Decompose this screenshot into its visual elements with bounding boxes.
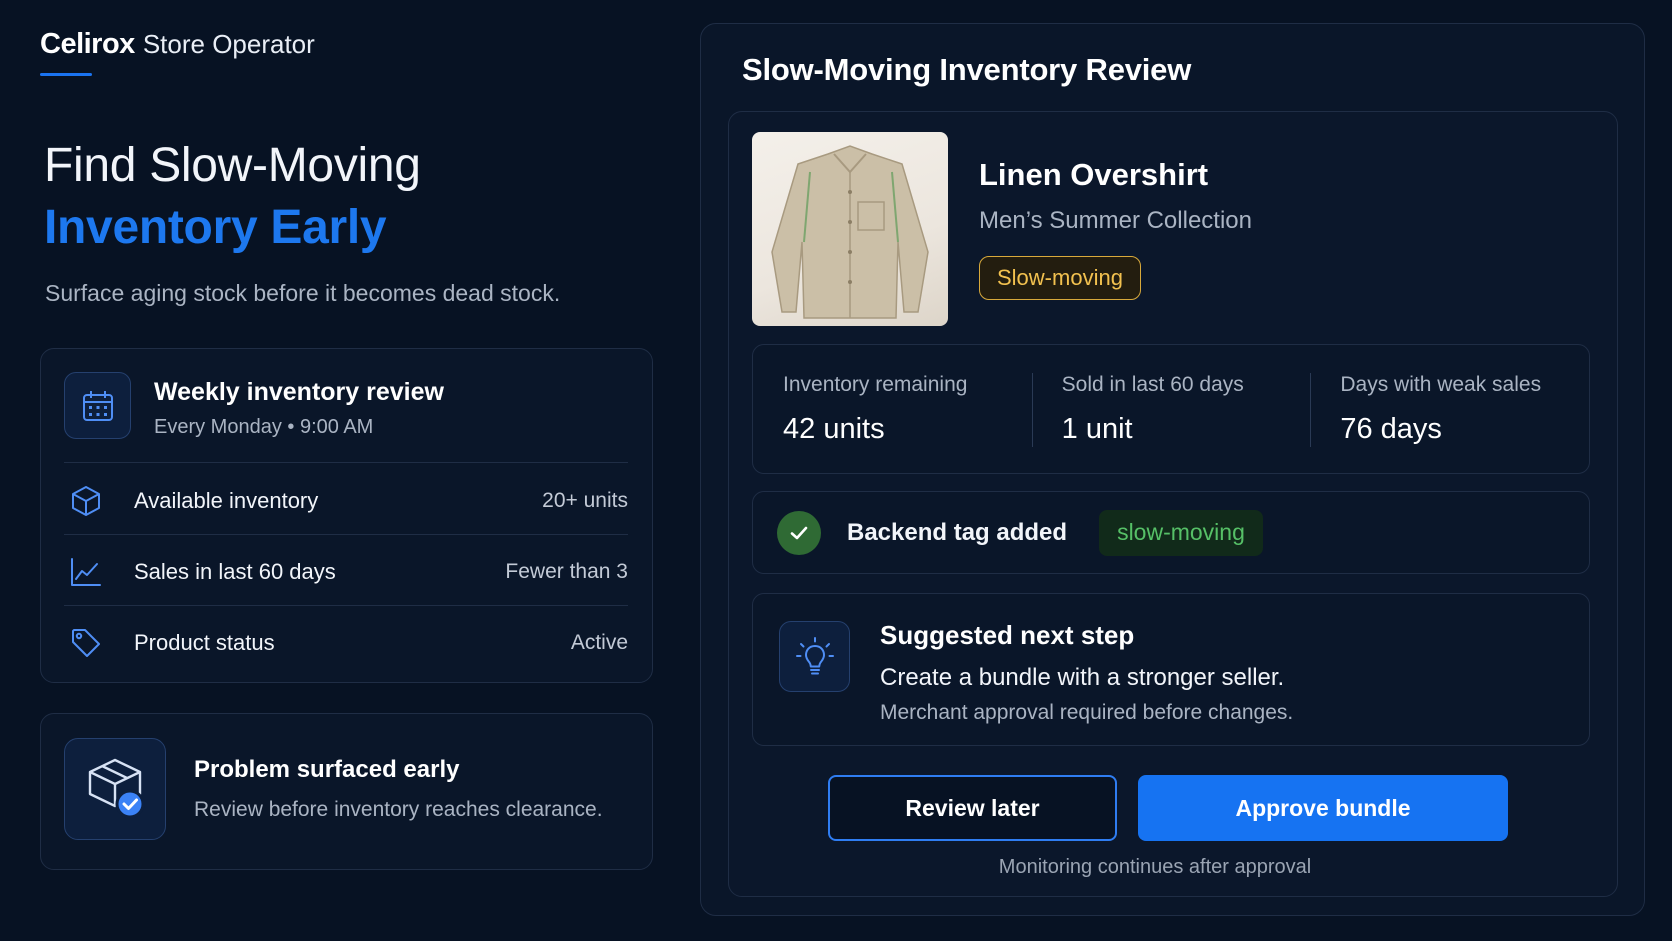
brand-name: Celirox	[40, 28, 135, 60]
package-check-icon	[64, 738, 166, 840]
calendar-icon	[64, 372, 131, 439]
tag-icon	[64, 621, 108, 665]
metric-value: 1 unit	[1061, 413, 1133, 445]
lightbulb-icon	[779, 621, 850, 692]
metric-label: Inventory remaining	[783, 373, 968, 396]
monitoring-note: Monitoring continues after approval	[998, 856, 1312, 878]
rule-value: Fewer than 3	[505, 560, 628, 583]
backend-tag-label: Backend tag added	[847, 518, 1068, 546]
panel-title: Slow-Moving Inventory Review	[742, 52, 1192, 87]
problem-title: Problem surfaced early	[194, 756, 460, 783]
product-image	[752, 132, 948, 326]
problem-description: Review before inventory reaches clearanc…	[194, 798, 603, 821]
metrics-row: Inventory remaining 42 units Sold in las…	[752, 344, 1590, 474]
metric-value: 42 units	[783, 413, 885, 445]
divider	[64, 462, 628, 463]
check-icon	[777, 510, 821, 555]
rule-row-sales: Sales in last 60 days Fewer than 3	[64, 537, 628, 607]
review-later-button[interactable]: Review later	[828, 775, 1117, 841]
metric-sold-last-60-days: Sold in last 60 days 1 unit	[1031, 345, 1311, 473]
status-badge: Slow-moving	[979, 256, 1141, 300]
chart-line-icon	[64, 550, 108, 594]
metric-label: Days with weak sales	[1340, 373, 1542, 396]
backend-tag-row: Backend tag added slow-moving	[752, 491, 1590, 574]
hero-description: Surface aging stock before it becomes de…	[45, 280, 561, 306]
hero-title-line1: Find Slow-Moving	[44, 139, 421, 192]
metric-label: Sold in last 60 days	[1061, 373, 1244, 396]
brand-underline	[40, 73, 92, 76]
rule-value: Active	[570, 631, 628, 654]
brand-product: Store Operator	[142, 29, 315, 59]
rule-label: Sales in last 60 days	[134, 559, 336, 584]
review-rules-title: Weekly inventory review	[154, 378, 444, 406]
rule-row-available-inventory: Available inventory 20+ units	[64, 466, 628, 536]
next-step-note: Merchant approval required before change…	[880, 701, 1294, 724]
rule-label: Available inventory	[134, 488, 319, 513]
backend-tag-chip: slow-moving	[1099, 509, 1263, 556]
box-icon	[64, 479, 108, 523]
rule-label: Product status	[134, 630, 275, 655]
divider	[64, 605, 628, 606]
brand: Celirox Store Operator	[40, 28, 315, 61]
rule-value: 20+ units	[542, 489, 628, 512]
next-step-action: Create a bundle with a stronger seller.	[880, 664, 1285, 691]
metric-value: 76 days	[1340, 413, 1442, 445]
rule-row-product-status: Product status Active	[64, 608, 628, 678]
hero-title-line2: Inventory Early	[44, 201, 387, 254]
metric-days-weak-sales: Days with weak sales 76 days	[1310, 345, 1589, 473]
metric-inventory-remaining: Inventory remaining 42 units	[753, 345, 1032, 473]
review-rules-schedule: Every Monday • 9:00 AM	[154, 416, 374, 438]
approve-bundle-button[interactable]: Approve bundle	[1138, 775, 1508, 841]
product-name: Linen Overshirt	[979, 157, 1209, 192]
next-step-title: Suggested next step	[880, 620, 1135, 650]
product-collection: Men’s Summer Collection	[979, 207, 1252, 234]
divider	[64, 534, 628, 535]
